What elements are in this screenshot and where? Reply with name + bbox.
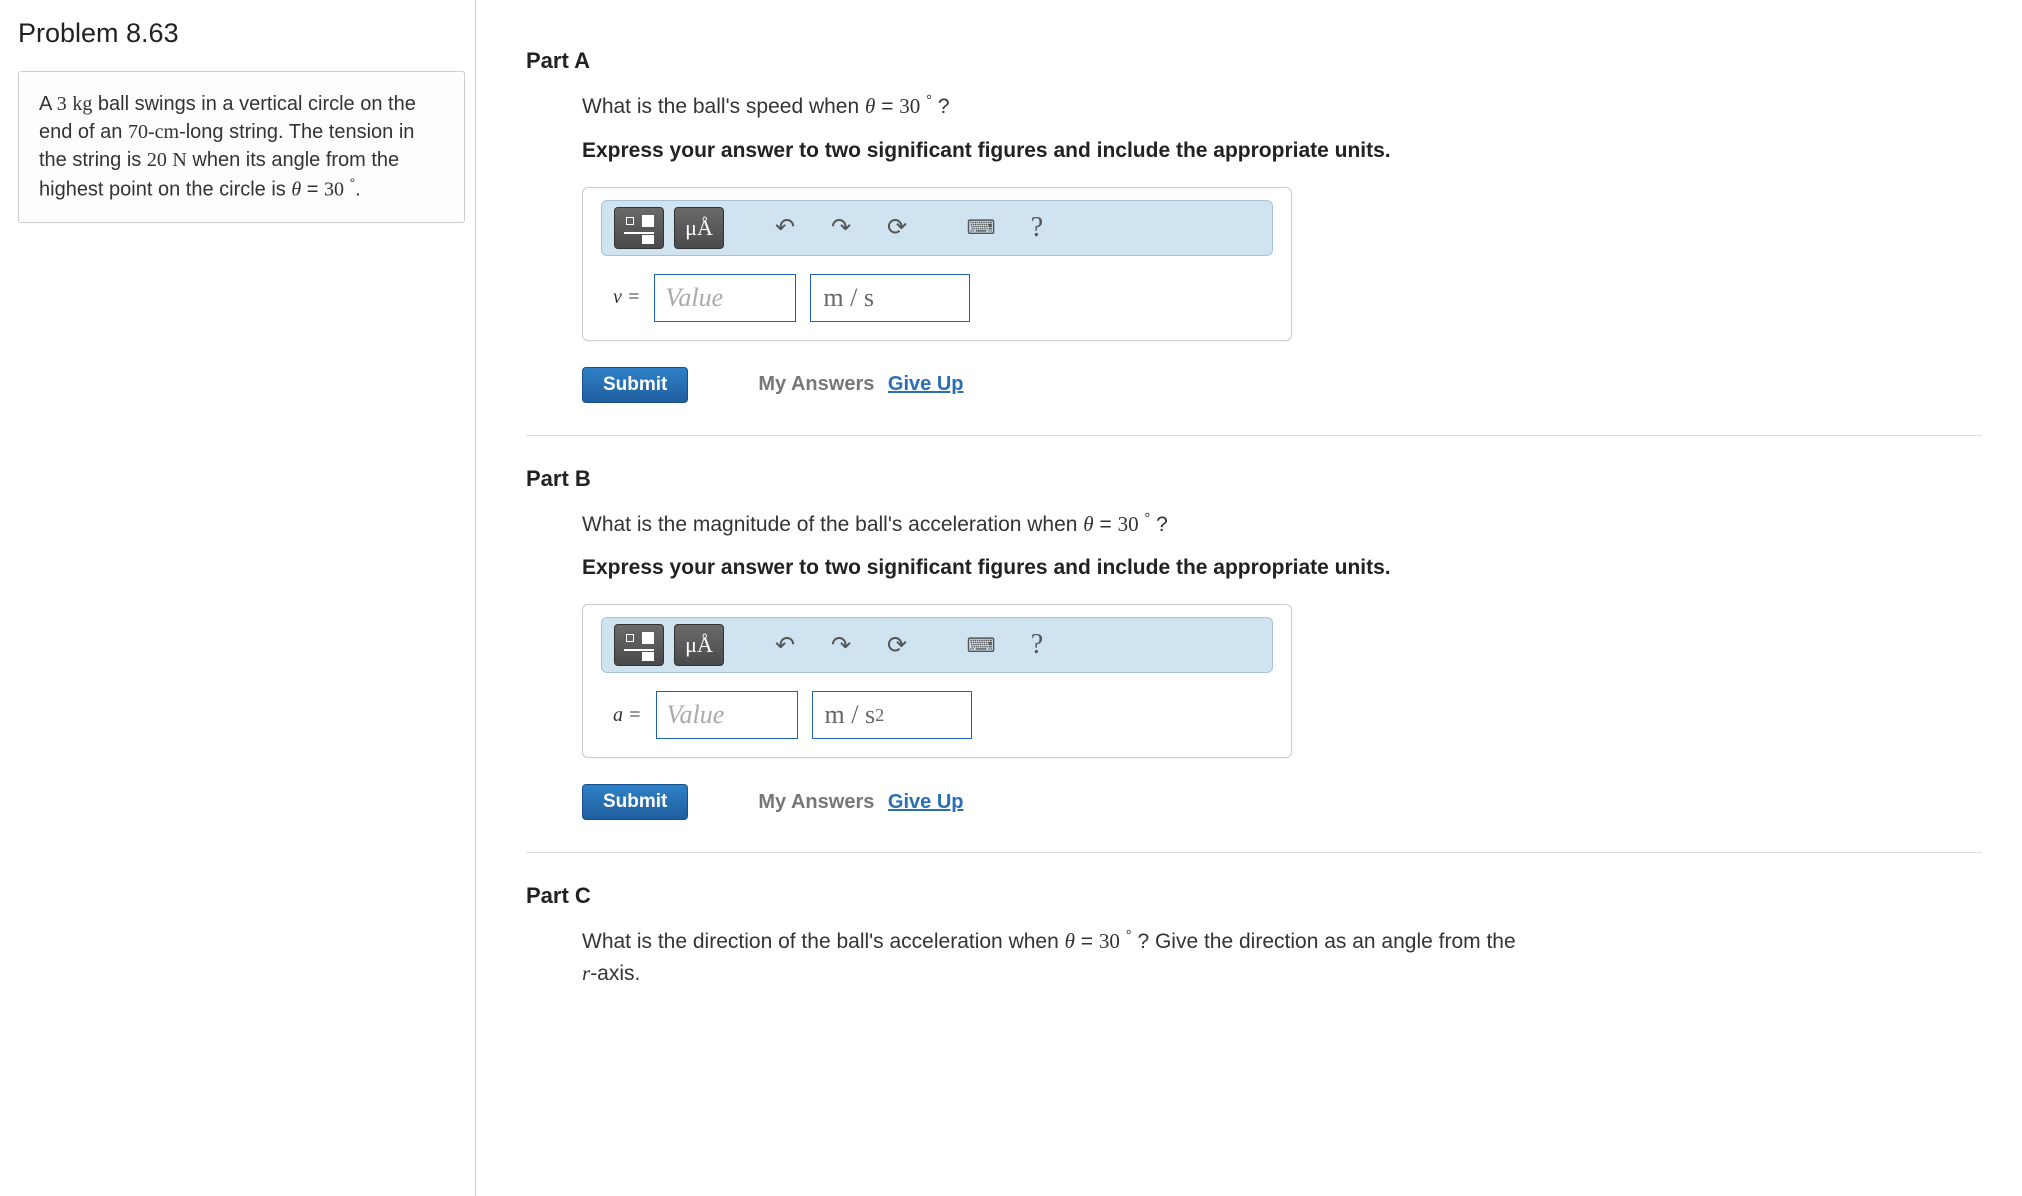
part-a-value-input[interactable]: Value bbox=[654, 274, 796, 322]
keyboard-button[interactable]: ⌨ bbox=[958, 625, 1004, 665]
part-b-instruction: Express your answer to two significant f… bbox=[582, 556, 1982, 580]
part-a-answer-widget: μÅ ↶ ↷ ⟳ ⌨ ? v = Value m / s bbox=[582, 187, 1292, 341]
mass-value: 3 bbox=[57, 93, 67, 115]
problem-title: Problem 8.63 bbox=[18, 18, 465, 49]
help-button[interactable]: ? bbox=[1014, 208, 1060, 248]
part-a-answers-group: My Answers Give Up bbox=[758, 373, 963, 396]
part-a-instruction: Express your answer to two significant f… bbox=[582, 139, 1982, 163]
tension-unit: N bbox=[172, 149, 186, 171]
part-c-heading: Part C bbox=[526, 883, 1982, 909]
part-a-units-input[interactable]: m / s bbox=[810, 274, 970, 322]
part-b-var-label: a = bbox=[613, 704, 642, 727]
undo-icon: ↶ bbox=[775, 213, 795, 242]
part-a-input-row: v = Value m / s bbox=[583, 274, 1291, 322]
redo-button[interactable]: ↷ bbox=[818, 208, 864, 248]
keyboard-button[interactable]: ⌨ bbox=[958, 208, 1004, 248]
give-up-link[interactable]: Give Up bbox=[888, 791, 964, 813]
problem-statement: A 3 kg ball swings in a vertical circle … bbox=[18, 71, 465, 223]
part-b-heading: Part B bbox=[526, 466, 1982, 492]
part-a-question-text: What is the ball's speed when bbox=[582, 95, 865, 118]
answer-pane: Part A What is the ball's speed when θ =… bbox=[476, 0, 2022, 1196]
separator bbox=[526, 852, 1982, 853]
symbols-button[interactable]: μÅ bbox=[674, 207, 724, 249]
templates-icon bbox=[624, 632, 654, 658]
symbols-label: μÅ bbox=[685, 632, 713, 658]
page-layout: Problem 8.63 A 3 kg ball swings in a ver… bbox=[0, 0, 2022, 1196]
part-a-body: What is the ball's speed when θ = 30 ° ?… bbox=[526, 90, 1982, 403]
part-c-question: What is the direction of the ball's acce… bbox=[582, 925, 1982, 989]
mass-unit: kg bbox=[72, 93, 92, 115]
part-a-qmark: ? bbox=[938, 95, 950, 118]
undo-button[interactable]: ↶ bbox=[762, 208, 808, 248]
part-b-submit-button[interactable]: Submit bbox=[582, 784, 688, 820]
part-b-actions: Submit My Answers Give Up bbox=[582, 784, 1982, 820]
redo-icon: ↷ bbox=[831, 631, 851, 660]
part-b-question-text: What is the magnitude of the ball's acce… bbox=[582, 513, 1083, 536]
part-b-body: What is the magnitude of the ball's acce… bbox=[526, 508, 1982, 821]
reset-button[interactable]: ⟳ bbox=[874, 625, 920, 665]
symbols-label: μÅ bbox=[685, 215, 713, 241]
tension-value: 20 bbox=[147, 149, 167, 171]
give-up-link[interactable]: Give Up bbox=[888, 373, 964, 395]
separator bbox=[526, 435, 1982, 436]
part-b-value-input[interactable]: Value bbox=[656, 691, 798, 739]
problem-pane: Problem 8.63 A 3 kg ball swings in a ver… bbox=[0, 0, 476, 1196]
my-answers-link[interactable]: My Answers bbox=[758, 791, 874, 813]
templates-icon bbox=[624, 215, 654, 241]
theta-value: 30 bbox=[324, 179, 344, 201]
symbols-button[interactable]: μÅ bbox=[674, 624, 724, 666]
part-b-qmark: ? bbox=[1156, 513, 1168, 536]
my-answers-link[interactable]: My Answers bbox=[758, 373, 874, 395]
templates-button[interactable] bbox=[614, 207, 664, 249]
part-a-submit-button[interactable]: Submit bbox=[582, 367, 688, 403]
part-b-units-input[interactable]: m / s2 bbox=[812, 691, 972, 739]
redo-icon: ↷ bbox=[831, 213, 851, 242]
part-b-answers-group: My Answers Give Up bbox=[758, 791, 963, 814]
part-a-question: What is the ball's speed when θ = 30 ° ? bbox=[582, 90, 1982, 123]
help-button[interactable]: ? bbox=[1014, 625, 1060, 665]
undo-button[interactable]: ↶ bbox=[762, 625, 808, 665]
string-length: 70-cm bbox=[128, 121, 179, 143]
help-icon: ? bbox=[1031, 212, 1043, 244]
help-icon: ? bbox=[1031, 629, 1043, 661]
keyboard-icon: ⌨ bbox=[967, 215, 996, 240]
reset-icon: ⟳ bbox=[887, 631, 907, 660]
keyboard-icon: ⌨ bbox=[967, 633, 996, 658]
redo-button[interactable]: ↷ bbox=[818, 625, 864, 665]
part-b-question: What is the magnitude of the ball's acce… bbox=[582, 508, 1982, 541]
raxis-tail: -axis. bbox=[590, 962, 640, 985]
degree-symbol: ° bbox=[350, 175, 356, 191]
part-a-var-label: v = bbox=[613, 286, 640, 309]
part-b-answer-widget: μÅ ↶ ↷ ⟳ ⌨ ? a = Value m / s2 bbox=[582, 604, 1292, 758]
part-b-input-row: a = Value m / s2 bbox=[583, 691, 1291, 739]
reset-icon: ⟳ bbox=[887, 213, 907, 242]
templates-button[interactable] bbox=[614, 624, 664, 666]
reset-button[interactable]: ⟳ bbox=[874, 208, 920, 248]
part-b-toolbar: μÅ ↶ ↷ ⟳ ⌨ ? bbox=[601, 617, 1273, 673]
undo-icon: ↶ bbox=[775, 631, 795, 660]
part-a-heading: Part A bbox=[526, 48, 1982, 74]
part-a-toolbar: μÅ ↶ ↷ ⟳ ⌨ ? bbox=[601, 200, 1273, 256]
raxis-var: r bbox=[582, 961, 590, 985]
part-c-question-text: What is the direction of the ball's acce… bbox=[582, 930, 1065, 953]
part-c-tail: ? Give the direction as an angle from th… bbox=[1137, 930, 1515, 953]
part-a-actions: Submit My Answers Give Up bbox=[582, 367, 1982, 403]
part-c-body: What is the direction of the ball's acce… bbox=[526, 925, 1982, 989]
